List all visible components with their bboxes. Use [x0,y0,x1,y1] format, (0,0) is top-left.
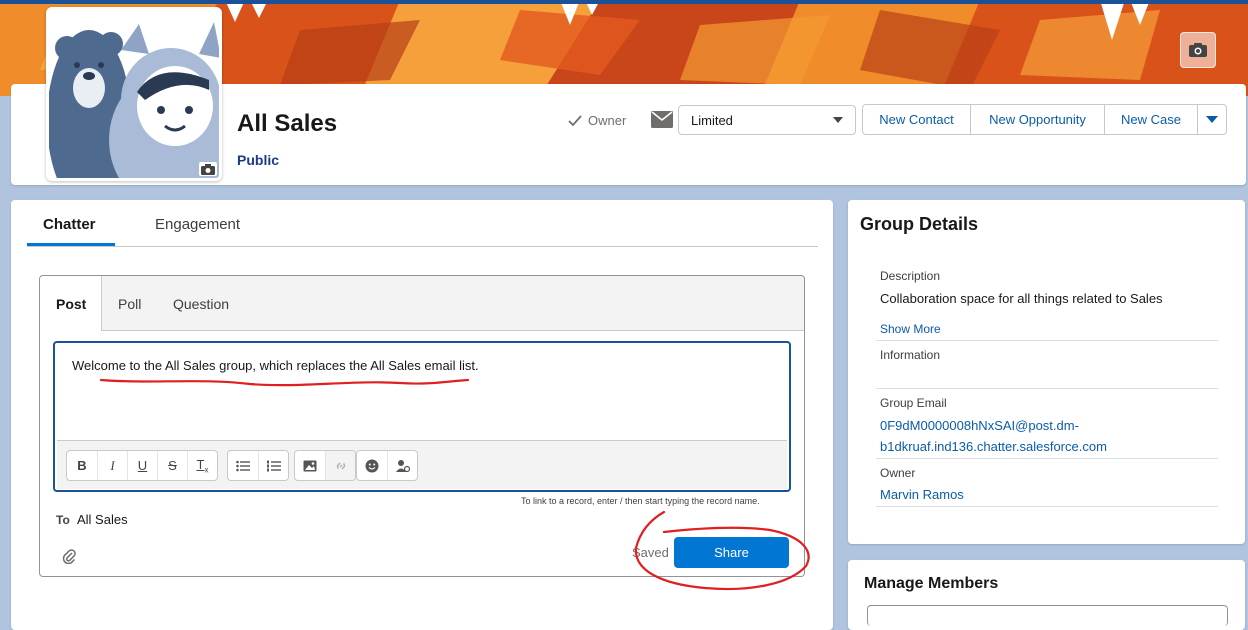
group-name: All Sales [237,110,338,137]
avatar-illustration [49,10,219,178]
show-more-link[interactable]: Show More [880,322,941,336]
post-text[interactable]: Welcome to the All Sales group, which re… [72,358,479,373]
mention-user-icon [395,459,410,472]
camera-icon [201,163,215,175]
owner-indicator: Owner [568,113,626,128]
publisher-tab-question[interactable]: Question [173,296,229,312]
divider [876,340,1218,341]
group-email-line2[interactable]: b1dkruaf.ind136.chatter.salesforce.com [880,439,1107,454]
group-details-title: Group Details [860,214,979,234]
change-photo-button[interactable] [199,162,217,176]
header-actions: New Contact New Opportunity New Case [862,104,1227,135]
divider [876,506,1218,507]
share-button[interactable]: Share [674,537,789,568]
group-email-line1[interactable]: 0F9dM0000008hNxSAI@post.dm- [880,418,1079,433]
feed-tabs: Chatter Engagement [27,210,818,247]
insert-group [294,450,356,481]
new-case-button[interactable]: New Case [1104,104,1198,135]
clear-format-icon: Tx [196,456,209,475]
post-editor[interactable]: Welcome to the All Sales group, which re… [53,341,791,492]
bold-button[interactable]: B [67,451,97,480]
text-format-group: B I U S Tx [66,450,218,481]
formatting-toolbar: B I U S Tx [57,440,787,489]
mention-button[interactable] [387,451,417,480]
saved-status: Saved [632,545,669,560]
numbered-list-icon [266,460,281,471]
group-avatar[interactable] [46,7,222,181]
member-search-input[interactable] [867,605,1228,626]
to-recipient[interactable]: All Sales [77,512,128,527]
chevron-down-icon [833,117,843,123]
change-banner-button[interactable] [1180,32,1216,68]
strikethrough-button[interactable]: S [157,451,187,480]
publisher-tab-poll[interactable]: Poll [118,296,141,312]
paperclip-icon [62,549,76,565]
checkmark-icon [568,114,582,126]
tab-chatter[interactable]: Chatter [43,216,96,233]
new-contact-button[interactable]: New Contact [862,104,971,135]
active-tab-indicator [27,243,115,246]
insert-link-button[interactable] [325,451,355,480]
more-actions-button[interactable] [1197,104,1227,135]
email-icon [651,111,673,133]
publisher-tab-post[interactable]: Post [56,296,86,312]
underline-button[interactable]: U [127,451,157,480]
attach-file-button[interactable] [62,548,76,569]
list-group [227,450,289,481]
emoji-icon [365,459,379,472]
insert-image-button[interactable] [295,451,325,480]
bullet-list-icon [236,460,250,471]
divider [876,458,1218,459]
numbered-list-button[interactable] [258,451,288,480]
bullet-list-button[interactable] [228,451,258,480]
to-label: To [56,513,70,527]
owner-label: Owner [588,113,627,128]
extras-group [356,450,418,481]
owner-field-label: Owner [880,466,916,480]
group-visibility: Public [237,152,280,168]
clear-format-button[interactable]: Tx [187,451,217,480]
camera-icon [1189,43,1207,57]
description-value: Collaboration space for all things relat… [880,291,1163,306]
image-icon [303,460,317,471]
italic-button[interactable]: I [97,451,127,480]
owner-link[interactable]: Marvin Ramos [880,487,964,502]
email-frequency-select[interactable]: Limited [678,105,856,135]
link-icon [336,461,345,470]
emoji-button[interactable] [357,451,387,480]
information-label: Information [880,348,941,362]
publisher-tabs: Post Poll Question [40,276,804,331]
chevron-down-icon [1206,116,1218,123]
group-email-label: Group Email [880,396,947,410]
tab-engagement[interactable]: Engagement [155,216,240,233]
new-opportunity-button[interactable]: New Opportunity [970,104,1105,135]
record-link-hint: To link to a record, enter / then start … [521,496,760,506]
description-label: Description [880,269,941,283]
email-frequency-value: Limited [691,112,733,128]
divider [876,388,1218,389]
manage-members-title: Manage Members [864,575,999,592]
